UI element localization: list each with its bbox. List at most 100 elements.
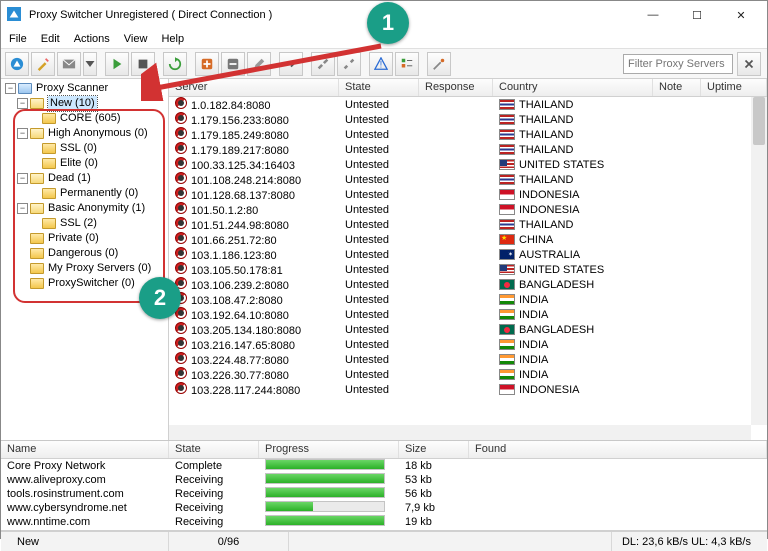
table-row[interactable]: 1.179.189.217:8080UntestedTHAILAND [169,142,767,157]
flag-icon [499,279,515,290]
expand-icon[interactable]: − [17,173,28,184]
close-button[interactable]: ✕ [727,9,755,22]
folder-icon [30,173,44,184]
table-row[interactable]: 1.0.182.84:8080UntestedTHAILAND [169,97,767,112]
table-row[interactable]: 103.228.117.244:8080UntestedINDONESIA [169,382,767,397]
download-row[interactable]: www.aliveproxy.comReceiving53 kb [1,473,767,487]
flag-icon [499,249,515,260]
list-body: 1.0.182.84:8080UntestedTHAILAND1.179.156… [169,97,767,440]
table-row[interactable]: 101.50.1.2:80UntestedINDONESIA [169,202,767,217]
maximize-button[interactable]: ☐ [683,9,711,22]
tree-item-label[interactable]: CORE (605) [60,111,121,126]
table-row[interactable]: 101.51.244.98:8080UntestedTHAILAND [169,217,767,232]
proxy-icon [175,367,187,379]
proxy-icon [175,322,187,334]
proxy-icon [175,202,187,214]
dcol-size[interactable]: Size [399,441,469,458]
table-row[interactable]: 103.108.47.2:8080UntestedINDIA [169,292,767,307]
tree-item-label[interactable]: Dead (1) [48,171,91,186]
flag-icon [499,369,515,380]
tree-root-label[interactable]: Proxy Scanner [36,81,108,96]
menu-view[interactable]: View [124,33,148,45]
col-note[interactable]: Note [653,79,701,96]
edit-button[interactable] [247,52,271,76]
table-row[interactable]: 101.128.68.137:8080UntestedINDONESIA [169,187,767,202]
table-row[interactable]: 103.106.239.2:8080UntestedBANGLADESH [169,277,767,292]
tree-item-label[interactable]: Dangerous (0) [48,246,118,261]
tree-item-label[interactable]: Permanently (0) [60,186,138,201]
dcol-progress[interactable]: Progress [259,441,399,458]
status-speed: DL: 23,6 kB/s UL: 4,3 kB/s [612,532,761,551]
table-row[interactable]: 103.226.30.77:8080UntestedINDIA [169,367,767,382]
tree-item-label[interactable]: High Anonymous (0) [48,126,148,141]
icon-logo-button[interactable] [5,52,29,76]
proxy-icon [175,337,187,349]
vertical-scrollbar[interactable] [751,97,767,425]
table-row[interactable]: 103.216.147.65:8080UntestedINDIA [169,337,767,352]
tree-item-label[interactable]: SSL (0) [60,141,97,156]
dcol-found[interactable]: Found [469,441,767,458]
svg-text:!: ! [380,59,383,70]
tree-item-label[interactable]: My Proxy Servers (0) [48,261,151,276]
expand-icon[interactable]: − [17,203,28,214]
add-button[interactable] [195,52,219,76]
menu-file[interactable]: File [9,33,27,45]
horizontal-scrollbar[interactable] [169,425,751,440]
proxy-icon [175,127,187,139]
play-button[interactable] [105,52,129,76]
download-row[interactable]: www.nntime.comReceiving19 kb [1,515,767,529]
filter-input[interactable] [623,54,733,74]
flag-icon [499,339,515,350]
menu-edit[interactable]: Edit [41,33,60,45]
table-row[interactable]: 103.105.50.178:81UntestedUNITED STATES [169,262,767,277]
table-row[interactable]: 103.205.134.180:8080UntestedBANGLADESH [169,322,767,337]
tree-item-label[interactable]: Basic Anonymity (1) [48,201,145,216]
status-count: 0/96 [169,532,289,551]
col-uptime[interactable]: Uptime [701,79,767,96]
dcol-state[interactable]: State [169,441,259,458]
tree-item-label[interactable]: New (10) [48,96,97,111]
warning-button[interactable]: ! [369,52,393,76]
stop-button[interactable] [131,52,155,76]
flag-icon [499,264,515,275]
menu-help[interactable]: Help [161,33,184,45]
export-button[interactable] [279,52,303,76]
col-response[interactable]: Response [419,79,493,96]
table-row[interactable]: 101.108.248.214:8080UntestedTHAILAND [169,172,767,187]
settings-button[interactable] [427,52,451,76]
connect-button[interactable] [311,52,335,76]
tree-item-label[interactable]: Elite (0) [60,156,98,171]
col-server[interactable]: Server [169,79,339,96]
col-country[interactable]: Country [493,79,653,96]
download-row[interactable]: Core Proxy NetworkComplete18 kb [1,459,767,473]
dropdown-button[interactable] [83,52,97,76]
expand-icon[interactable]: − [17,128,28,139]
flag-icon [499,324,515,335]
tree-item-label[interactable]: SSL (2) [60,216,97,231]
list-button[interactable] [395,52,419,76]
table-row[interactable]: 1.179.185.249:8080UntestedTHAILAND [169,127,767,142]
download-row[interactable]: tools.rosinstrument.comReceiving56 kb [1,487,767,501]
refresh-button[interactable] [163,52,187,76]
minimize-button[interactable]: — [639,9,667,22]
expand-icon[interactable]: − [17,98,28,109]
table-row[interactable]: 103.192.64.10:8080UntestedINDIA [169,307,767,322]
menu-actions[interactable]: Actions [74,33,110,45]
table-row[interactable]: 103.224.48.77:8080UntestedINDIA [169,352,767,367]
col-state[interactable]: State [339,79,419,96]
dcol-name[interactable]: Name [1,441,169,458]
expand-icon[interactable]: − [5,83,16,94]
disconnect-button[interactable] [337,52,361,76]
wizard-button[interactable] [31,52,55,76]
remove-button[interactable] [221,52,245,76]
tree-item-label[interactable]: ProxySwitcher (0) [48,276,135,291]
proxy-icon [175,232,187,244]
mail-button[interactable] [57,52,81,76]
download-row[interactable]: www.cybersyndrome.netReceiving7,9 kb [1,501,767,515]
tree-item-label[interactable]: Private (0) [48,231,99,246]
table-row[interactable]: 1.179.156.233:8080UntestedTHAILAND [169,112,767,127]
table-row[interactable]: 103.1.186.123:80UntestedAUSTRALIA [169,247,767,262]
clear-filter-button[interactable] [737,52,761,76]
table-row[interactable]: 101.66.251.72:80UntestedCHINA [169,232,767,247]
table-row[interactable]: 100.33.125.34:16403UntestedUNITED STATES [169,157,767,172]
